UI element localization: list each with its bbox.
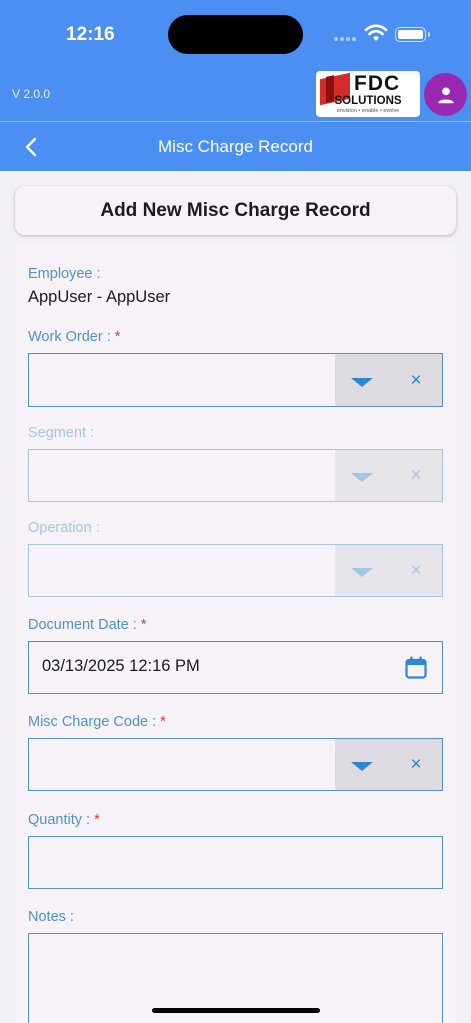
page-title: Misc Charge Record: [158, 137, 313, 156]
company-logo: FDC SOLUTIONS envision • enable • evolve: [316, 71, 420, 117]
required-marker: *: [94, 812, 100, 828]
work-order-dropdown-button[interactable]: [335, 354, 389, 406]
triangle-down-icon: [351, 762, 373, 771]
user-avatar-button[interactable]: [424, 73, 467, 116]
calendar-icon[interactable]: [404, 656, 428, 680]
required-marker: *: [114, 329, 121, 345]
employee-label: Employee :: [28, 266, 101, 282]
operation-label: Operation :: [28, 520, 100, 536]
segment-dropdown-button[interactable]: [335, 450, 389, 501]
document-date-value: 03/13/2025 12:16 PM: [42, 657, 200, 675]
status-time: 12:16: [66, 24, 115, 45]
required-marker: *: [140, 617, 147, 633]
form-heading: Add New Misc Charge Record: [15, 186, 456, 235]
quantity-label: Quantity : *: [28, 812, 100, 828]
clear-icon: ×: [410, 754, 422, 775]
segment-select[interactable]: ×: [28, 449, 443, 502]
clear-icon: ×: [410, 465, 422, 486]
required-marker: *: [160, 714, 166, 730]
operation-select[interactable]: ×: [28, 544, 443, 597]
segment-clear-button[interactable]: ×: [389, 450, 442, 501]
person-icon: [437, 86, 454, 103]
wifi-icon: [364, 24, 388, 41]
clear-icon: ×: [410, 560, 422, 581]
app-header: 12:16 V 2.0.0 FDC SOLUTIONS envision • e…: [0, 0, 471, 171]
employee-value: AppUser - AppUser: [28, 288, 171, 306]
triangle-down-icon: [351, 377, 373, 387]
document-date-label: Document Date : *: [28, 617, 147, 633]
app-version: V 2.0.0: [12, 87, 51, 101]
dynamic-island: [168, 15, 303, 54]
misc-charge-code-select[interactable]: ×: [28, 738, 443, 791]
triangle-down-icon: [351, 473, 373, 482]
misc-charge-code-dropdown-button[interactable]: [335, 739, 389, 790]
clear-icon: ×: [410, 369, 422, 391]
quantity-input[interactable]: [28, 836, 443, 889]
signal-icon: [334, 37, 358, 43]
work-order-clear-button[interactable]: ×: [389, 354, 442, 406]
operation-clear-button[interactable]: ×: [389, 545, 442, 596]
segment-label: Segment :: [28, 425, 95, 441]
misc-charge-code-clear-button[interactable]: ×: [389, 739, 442, 790]
triangle-down-icon: [351, 568, 373, 577]
notes-label: Notes :: [28, 909, 74, 925]
misc-charge-code-label: Misc Charge Code : *: [28, 714, 166, 730]
document-date-input[interactable]: 03/13/2025 12:16 PM: [28, 641, 443, 694]
battery-icon: [395, 27, 430, 42]
operation-dropdown-button[interactable]: [335, 545, 389, 596]
header-divider: [0, 121, 471, 122]
work-order-select[interactable]: ×: [28, 353, 443, 407]
home-indicator[interactable]: [152, 1008, 320, 1013]
work-order-label: Work Order : *: [28, 329, 121, 345]
